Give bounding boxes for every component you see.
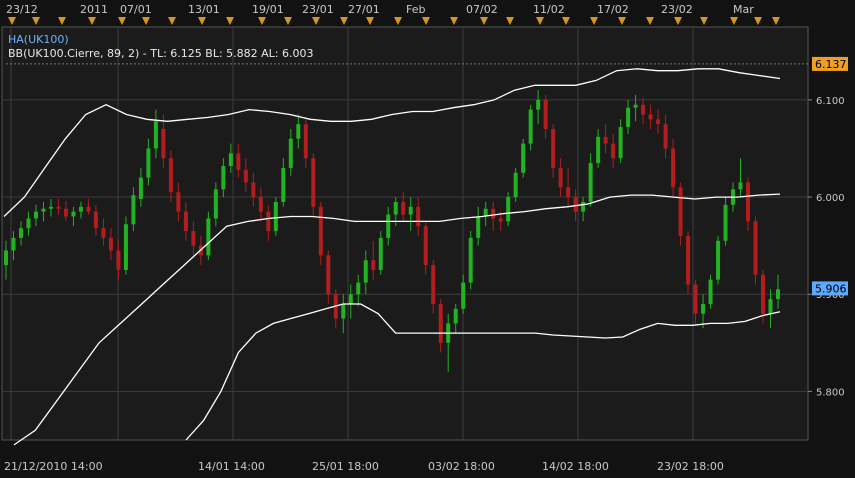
top-axis-label: 17/02 <box>597 3 629 16</box>
top-axis-label: 27/01 <box>348 3 380 16</box>
y-tick-label: 5.800 <box>816 387 845 398</box>
candle[interactable] <box>521 138 526 178</box>
candle[interactable] <box>273 197 278 236</box>
chart-window: 23/12 2011 07/01 13/01 19/01 23/01 27/01 Feb 07/… <box>0 0 855 478</box>
bottom-axis-label: 21/12/2010 14:00 <box>4 460 103 473</box>
candle[interactable] <box>206 211 211 261</box>
top-axis-label: 11/02 <box>533 3 565 16</box>
candle[interactable] <box>468 231 473 290</box>
top-axis-label: 23/01 <box>302 3 334 16</box>
bottom-axis-label: 25/01 18:00 <box>312 460 379 473</box>
candle[interactable] <box>506 192 511 227</box>
top-axis-label: 07/01 <box>120 3 152 16</box>
y-tick-label: 6.000 <box>816 193 845 204</box>
top-axis-label: 23/02 <box>661 3 693 16</box>
y-tick-label: 6.100 <box>816 96 845 107</box>
price-chart[interactable]: 23/12 2011 07/01 13/01 19/01 23/01 27/01 Feb 07/… <box>0 0 855 478</box>
bottom-axis-label: 03/02 18:00 <box>428 460 495 473</box>
candle[interactable] <box>528 104 533 151</box>
upper-band-price-tag: 6.137 <box>812 56 848 71</box>
legend-symbol: HA(UK100) <box>8 33 69 46</box>
bottom-axis-label: 23/02 18:00 <box>657 460 724 473</box>
candle[interactable] <box>708 274 713 309</box>
candle[interactable] <box>716 235 721 285</box>
current-price-tag: 5.906 <box>812 281 848 296</box>
bottom-axis-label: 14/01 14:00 <box>198 460 265 473</box>
svg-text:6.137: 6.137 <box>815 58 847 71</box>
top-axis-label: 07/02 <box>466 3 498 16</box>
candle[interactable] <box>513 167 518 202</box>
candle[interactable] <box>123 216 128 275</box>
plot-area <box>1 26 809 441</box>
svg-text:5.906: 5.906 <box>815 282 847 295</box>
top-axis-label: 2011 <box>80 3 108 16</box>
top-axis-label: 23/12 <box>6 3 38 16</box>
top-axis-label: Mar <box>733 3 754 16</box>
legend-indicator: BB(UK100.Cierre, 89, 2) - TL: 6.125 BL: … <box>8 47 314 60</box>
top-axis-label: 13/01 <box>188 3 220 16</box>
top-axis-label: Feb <box>406 3 425 16</box>
candle[interactable] <box>753 216 758 285</box>
top-axis-label: 19/01 <box>252 3 284 16</box>
bottom-axis-label: 14/02 18:00 <box>542 460 609 473</box>
